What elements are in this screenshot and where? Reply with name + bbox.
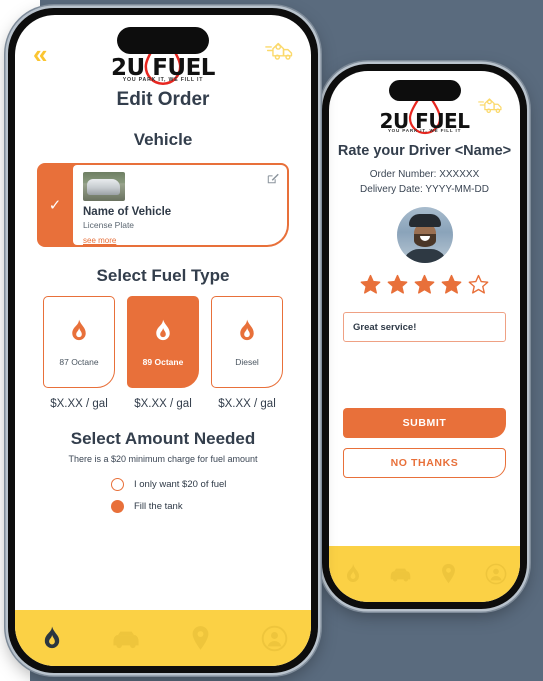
fuel-type-label: Diesel: [235, 356, 259, 367]
driver-avatar: [396, 207, 453, 263]
amount-note: There is a $20 minimum charge for fuel a…: [68, 454, 258, 464]
amount-radio[interactable]: [111, 500, 124, 513]
edit-order-screen: « 2U FUEL YOU PARK IT, WE FILL IT Edit O…: [15, 15, 311, 666]
dynamic-island: [388, 80, 461, 101]
submit-button[interactable]: SUBMIT: [343, 408, 506, 438]
nav-flame[interactable]: [333, 554, 373, 594]
nav-car[interactable]: [106, 618, 146, 658]
bottom-nav-left: [15, 610, 311, 666]
car-icon: [390, 568, 411, 582]
rate-driver-title: Rate your Driver <Name>: [337, 143, 512, 159]
star-filled-icon[interactable]: [441, 274, 462, 300]
nav-flame[interactable]: [32, 618, 72, 658]
fuel-type-option[interactable]: 87 Octane: [43, 296, 115, 388]
star-filled-icon[interactable]: [414, 274, 435, 300]
nav-location[interactable]: [180, 618, 220, 658]
profile-icon: [485, 563, 507, 585]
flame-icon: [44, 626, 60, 648]
edit-icon[interactable]: [267, 172, 279, 184]
location-pin-icon: [192, 625, 208, 650]
phone-rate-driver: 2U FUEL YOU PARK IT, WE FILL IT Rate you…: [322, 64, 527, 609]
no-thanks-button[interactable]: NO THANKS: [343, 448, 506, 478]
bottom-nav-right: [329, 546, 520, 602]
amount-option-label: I only want $20 of fuel: [134, 479, 227, 490]
amount-radio[interactable]: [111, 478, 124, 491]
amount-option-row[interactable]: I only want $20 of fuel: [111, 478, 311, 491]
fuel-type-label: 89 Octane: [142, 356, 184, 367]
fuel-section-title: Select Fuel Type: [96, 266, 230, 285]
nav-location[interactable]: [428, 554, 468, 594]
back-button[interactable]: «: [33, 41, 48, 67]
delivery-date: Delivery Date: YYYY-MM-DD: [360, 183, 489, 195]
phone-edit-order: « 2U FUEL YOU PARK IT, WE FILL IT Edit O…: [8, 8, 318, 673]
amount-option-label: Fill the tank: [134, 501, 183, 512]
star-rating[interactable]: [329, 274, 520, 300]
rate-driver-screen: 2U FUEL YOU PARK IT, WE FILL IT Rate you…: [329, 71, 520, 602]
fuel-type-options: 87 Octane 89 Octane Diesel: [15, 296, 311, 388]
dynamic-island: [117, 27, 209, 54]
star-filled-icon[interactable]: [387, 274, 408, 300]
vehicle-card[interactable]: ✓ Name of Vehicle License Plate see more: [37, 163, 289, 247]
amount-options: I only want $20 of fuel Fill the tank: [15, 478, 311, 513]
vehicle-thumbnail: [83, 172, 125, 201]
order-number: Order Number: XXXXXX: [369, 169, 480, 180]
review-comment-input[interactable]: Great service!: [343, 312, 506, 342]
nav-profile[interactable]: [254, 618, 294, 658]
fuel-price: $X.XX / gal: [218, 398, 276, 410]
delivery-truck-icon[interactable]: [478, 95, 504, 115]
star-empty-icon[interactable]: [468, 274, 489, 300]
fuel-price: $X.XX / gal: [134, 398, 192, 410]
delivery-truck-icon[interactable]: [265, 39, 295, 62]
amount-option-row[interactable]: Fill the tank: [111, 500, 311, 513]
profile-icon: [261, 625, 287, 651]
fuel-type-option[interactable]: 89 Octane: [127, 296, 199, 388]
flame-icon: [346, 564, 359, 582]
flame-icon: [156, 319, 170, 340]
nav-car[interactable]: [381, 554, 421, 594]
vehicle-section-title: Vehicle: [133, 130, 193, 149]
star-filled-icon[interactable]: [360, 274, 381, 300]
page-title: Edit Order: [116, 89, 210, 110]
fuel-type-label: 87 Octane: [59, 356, 99, 367]
fuel-type-option[interactable]: Diesel: [211, 296, 283, 388]
edit-order-content: Edit Order Vehicle ✓ Name of Vehicle Lic…: [15, 73, 311, 610]
review-comment-value: Great service!: [353, 321, 417, 333]
fuel-price: $X.XX / gal: [50, 398, 108, 410]
amount-section-title: Select Amount Needed: [70, 429, 256, 448]
see-more-link[interactable]: see more: [83, 236, 116, 245]
nav-profile[interactable]: [476, 554, 516, 594]
vehicle-name: Name of Vehicle: [83, 206, 172, 218]
rate-driver-content: Rate your Driver <Name> Order Number: XX…: [329, 129, 520, 546]
flame-icon: [240, 319, 254, 340]
vehicle-license-plate: License Plate: [83, 220, 135, 230]
car-icon: [113, 631, 139, 648]
flame-icon: [72, 319, 86, 340]
screenshot-stage: 2U FUEL YOU PARK IT, WE FILL IT Rate you…: [0, 0, 543, 681]
vehicle-selected-check: ✓: [48, 197, 62, 214]
location-pin-icon: [441, 563, 455, 584]
fuel-price-row: $X.XX / gal $X.XX / gal $X.XX / gal: [15, 398, 311, 410]
